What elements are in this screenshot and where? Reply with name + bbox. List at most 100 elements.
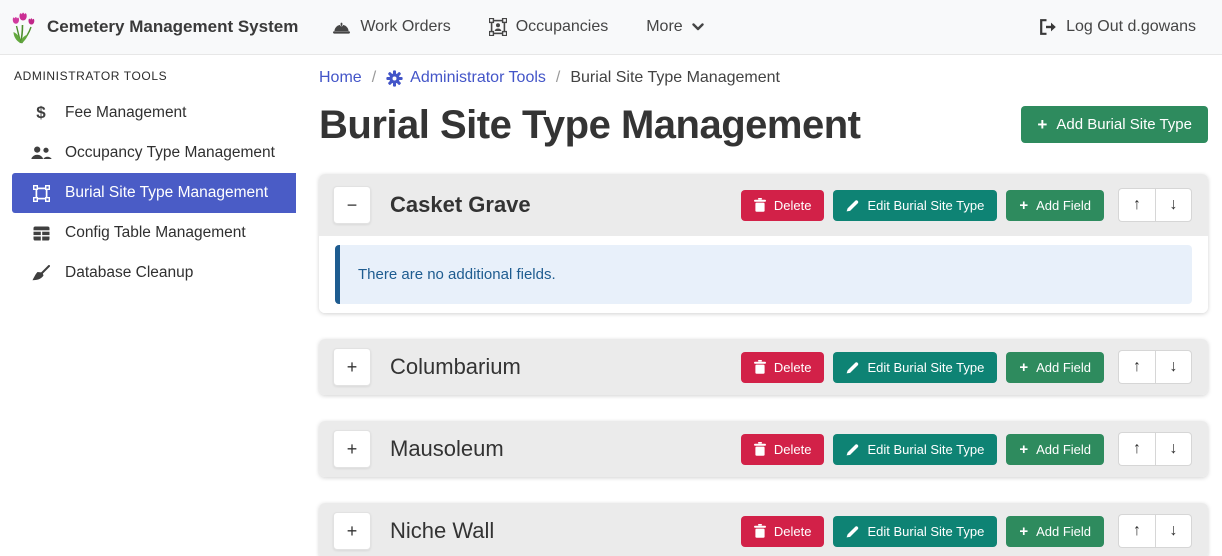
- card-actions: Delete Edit Burial Site Type + Add Field…: [741, 188, 1192, 222]
- move-down-button[interactable]: ↓: [1155, 432, 1192, 466]
- nav-label: Occupancies: [516, 18, 609, 36]
- sidebar-item-burial-site-type-management[interactable]: Burial Site Type Management: [12, 173, 296, 213]
- gear-icon: [386, 70, 403, 87]
- button-label: Edit Burial Site Type: [867, 360, 984, 375]
- add-field-button[interactable]: + Add Field: [1006, 352, 1104, 383]
- sign-out-icon: [1039, 19, 1057, 35]
- collapse-toggle-button[interactable]: +: [333, 512, 371, 550]
- sidebar-item-label: Occupancy Type Management: [65, 144, 275, 162]
- add-burial-site-type-button[interactable]: + Add Burial Site Type: [1021, 106, 1208, 143]
- edit-burial-site-type-button[interactable]: Edit Burial Site Type: [833, 516, 997, 547]
- add-field-button[interactable]: + Add Field: [1006, 190, 1104, 221]
- move-up-button[interactable]: ↑: [1118, 350, 1155, 384]
- reorder-buttons: ↑ ↓: [1118, 350, 1192, 384]
- sidebar-item-occupancy-type-management[interactable]: Occupancy Type Management: [12, 133, 296, 173]
- card-title: Niche Wall: [390, 518, 494, 544]
- vector-square-icon: [29, 185, 53, 202]
- move-up-button[interactable]: ↑: [1118, 432, 1155, 466]
- plus-icon: +: [1019, 442, 1028, 457]
- pencil-icon: [846, 525, 859, 538]
- add-field-button[interactable]: + Add Field: [1006, 434, 1104, 465]
- button-label: Edit Burial Site Type: [867, 198, 984, 213]
- breadcrumb: Home /: [319, 69, 1208, 87]
- tulip-logo-icon: [12, 11, 39, 44]
- sidebar-item-label: Config Table Management: [65, 224, 246, 242]
- sidebar-heading: ADMINISTRATOR TOOLS: [0, 65, 296, 93]
- button-label: Edit Burial Site Type: [867, 442, 984, 457]
- move-down-button[interactable]: ↓: [1155, 188, 1192, 222]
- breadcrumb-current: Burial Site Type Management: [570, 69, 780, 87]
- top-navbar: Cemetery Management System Work Orders: [0, 0, 1222, 55]
- card-body: There are no additional fields.: [319, 236, 1208, 313]
- pencil-icon: [846, 443, 859, 456]
- card-title: Columbarium: [390, 354, 521, 380]
- admin-sidebar: ADMINISTRATOR TOOLS $ Fee Management Occ…: [0, 55, 296, 556]
- breadcrumb-separator: /: [556, 69, 560, 87]
- delete-button[interactable]: Delete: [741, 516, 825, 547]
- delete-button[interactable]: Delete: [741, 190, 825, 221]
- nav-more[interactable]: More: [646, 18, 703, 36]
- burial-site-type-card-casket-grave: − Casket Grave Delete Edit Burial Site T…: [319, 174, 1208, 313]
- burial-site-type-card-columbarium: + Columbarium Delete Edit Burial Site Ty…: [319, 339, 1208, 395]
- sidebar-item-database-cleanup[interactable]: Database Cleanup: [12, 253, 296, 293]
- collapse-toggle-button[interactable]: +: [333, 348, 371, 386]
- button-label: Edit Burial Site Type: [867, 524, 984, 539]
- plus-icon: +: [1037, 116, 1047, 133]
- breadcrumb-separator: /: [372, 69, 376, 87]
- button-label: Add Field: [1036, 524, 1091, 539]
- pencil-icon: [846, 199, 859, 212]
- breadcrumb-admin-tools-link[interactable]: Administrator Tools: [386, 69, 546, 87]
- breadcrumb-home-link[interactable]: Home: [319, 69, 362, 87]
- delete-button[interactable]: Delete: [741, 352, 825, 383]
- button-label: Add Field: [1036, 360, 1091, 375]
- table-icon: [29, 226, 53, 241]
- burial-site-type-card-mausoleum: + Mausoleum Delete Edit Burial Site Type…: [319, 421, 1208, 477]
- move-down-button[interactable]: ↓: [1155, 350, 1192, 384]
- button-label: Delete: [774, 442, 812, 457]
- edit-burial-site-type-button[interactable]: Edit Burial Site Type: [833, 434, 997, 465]
- reorder-buttons: ↑ ↓: [1118, 514, 1192, 548]
- users-icon: [29, 146, 53, 160]
- card-header: − Casket Grave Delete Edit Burial Site T…: [319, 174, 1208, 236]
- nav-work-orders[interactable]: Work Orders: [332, 18, 450, 36]
- app-brand[interactable]: Cemetery Management System: [12, 11, 298, 44]
- edit-burial-site-type-button[interactable]: Edit Burial Site Type: [833, 352, 997, 383]
- nav-label: Work Orders: [360, 18, 450, 36]
- pencil-icon: [846, 361, 859, 374]
- delete-button[interactable]: Delete: [741, 434, 825, 465]
- trash-icon: [754, 198, 766, 212]
- edit-burial-site-type-button[interactable]: Edit Burial Site Type: [833, 190, 997, 221]
- card-actions: Delete Edit Burial Site Type + Add Field…: [741, 432, 1192, 466]
- button-label: Add Burial Site Type: [1056, 116, 1192, 133]
- broom-icon: [29, 265, 53, 281]
- card-header: + Niche Wall Delete Edit Burial Site Typ…: [319, 503, 1208, 556]
- main-nav: Work Orders Occupancies More: [332, 18, 703, 36]
- add-field-button[interactable]: + Add Field: [1006, 516, 1104, 547]
- plus-icon: +: [1019, 198, 1028, 213]
- card-actions: Delete Edit Burial Site Type + Add Field…: [741, 350, 1192, 384]
- card-title: Mausoleum: [390, 436, 504, 462]
- move-down-button[interactable]: ↓: [1155, 514, 1192, 548]
- sidebar-item-label: Burial Site Type Management: [65, 184, 268, 202]
- nav-occupancies[interactable]: Occupancies: [489, 18, 609, 36]
- move-up-button[interactable]: ↑: [1118, 188, 1155, 222]
- burial-site-type-card-niche-wall: + Niche Wall Delete Edit Burial Site Typ…: [319, 503, 1208, 556]
- reorder-buttons: ↑ ↓: [1118, 188, 1192, 222]
- button-label: Add Field: [1036, 198, 1091, 213]
- sidebar-item-label: Database Cleanup: [65, 264, 193, 282]
- sidebar-item-config-table-management[interactable]: Config Table Management: [12, 213, 296, 253]
- collapse-toggle-button[interactable]: +: [333, 430, 371, 468]
- move-up-button[interactable]: ↑: [1118, 514, 1155, 548]
- frame-person-icon: [489, 18, 507, 36]
- app-title: Cemetery Management System: [47, 17, 298, 37]
- sidebar-item-label: Fee Management: [65, 104, 187, 122]
- burial-site-type-list: − Casket Grave Delete Edit Burial Site T…: [319, 174, 1208, 556]
- button-label: Delete: [774, 198, 812, 213]
- sidebar-item-fee-management[interactable]: $ Fee Management: [12, 93, 296, 133]
- collapse-toggle-button[interactable]: −: [333, 186, 371, 224]
- plus-icon: +: [1019, 360, 1028, 375]
- button-label: Add Field: [1036, 442, 1091, 457]
- trash-icon: [754, 524, 766, 538]
- nav-label: More: [646, 18, 682, 36]
- logout-button[interactable]: Log Out d.gowans: [1039, 18, 1196, 36]
